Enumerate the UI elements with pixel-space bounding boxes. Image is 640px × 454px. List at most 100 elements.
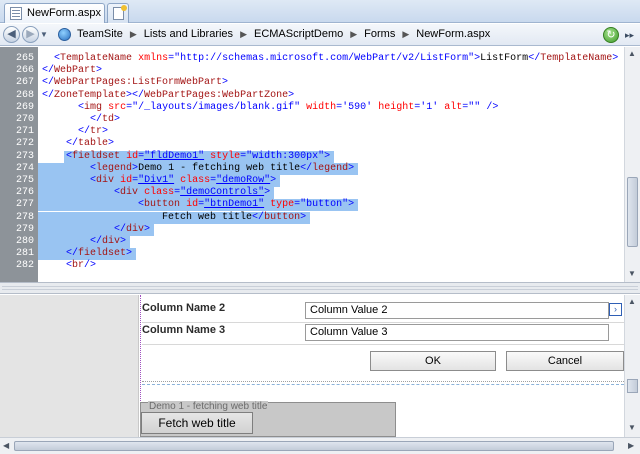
code-text: </WebPartPages:ListFormWebPart> xyxy=(42,77,229,89)
line-number: 267 xyxy=(15,77,34,89)
code-line[interactable]: 278 Fetch web title</button> xyxy=(0,212,624,224)
code-text: <img src="/_layouts/images/blank.gif" wi… xyxy=(78,101,499,113)
scroll-right-icon[interactable]: ▶ xyxy=(628,441,634,450)
code-line[interactable]: 279 </div> xyxy=(0,224,624,236)
breadcrumb-separator[interactable]: ▶ xyxy=(398,28,413,41)
cancel-button[interactable]: Cancel xyxy=(506,351,624,371)
code-line[interactable]: 274 <legend>Demo 1 - fetching web title<… xyxy=(0,163,624,175)
code-line[interactable]: 268 </ZoneTemplate></WebPartPages:WebPart… xyxy=(0,90,624,102)
code-line[interactable]: 266 </WebPart> xyxy=(0,65,624,77)
scroll-up-icon[interactable]: ▲ xyxy=(628,49,636,58)
code-editor[interactable]: 265 <TemplateName xmlns="http://schemas.… xyxy=(0,47,640,282)
line-number: 277 xyxy=(15,199,34,211)
code-line[interactable]: 276 <div class="demoControls"> xyxy=(0,187,624,199)
code-line[interactable]: 277 <button id="btnDemo1" type="button"> xyxy=(0,199,624,211)
code-text: </fieldset> xyxy=(66,248,133,260)
refresh-icon: ↻ xyxy=(606,29,616,41)
back-icon: ◀ xyxy=(7,28,16,40)
line-number: 265 xyxy=(15,53,34,64)
breadcrumb-separator[interactable]: ▶ xyxy=(346,28,361,41)
ellipsis-icon: ▸▸ xyxy=(624,30,635,40)
line-number: 282 xyxy=(15,260,34,272)
code-text: <legend>Demo 1 - fetching web title</leg… xyxy=(90,162,355,174)
code-text: <div id="Div1" class="demoRow"> xyxy=(90,175,277,186)
breadcrumb-item-lists[interactable]: Lists and Libraries xyxy=(141,28,236,41)
scroll-up-icon[interactable]: ▲ xyxy=(628,297,636,306)
line-number: 280 xyxy=(15,236,34,247)
breadcrumb-separator[interactable]: ▶ xyxy=(126,28,141,41)
overflow-menu-button[interactable]: ▸▸ xyxy=(622,27,637,43)
code-line[interactable]: 275 <div id="Div1" class="demoRow"> xyxy=(0,175,624,187)
code-line[interactable]: 282 <br/> xyxy=(0,260,624,272)
history-dropdown-icon[interactable]: ▼ xyxy=(40,30,48,39)
forward-button[interactable]: ▶ xyxy=(22,26,39,43)
column-value-2-field[interactable]: Column Value 2 xyxy=(305,302,609,319)
ok-button[interactable]: OK xyxy=(370,351,496,371)
code-line[interactable]: 273 <fieldset id="fldDemo1" style="width… xyxy=(0,151,624,163)
column-label-3: Column Name 3 xyxy=(142,324,226,336)
code-scroll-thumb[interactable] xyxy=(627,177,638,247)
code-line[interactable]: 272 </table> xyxy=(0,138,624,150)
column-value-3-field[interactable]: Column Value 3 xyxy=(305,324,609,341)
code-line[interactable]: 280 </div> xyxy=(0,236,624,248)
refresh-button[interactable]: ↻ xyxy=(603,27,619,43)
new-tab-icon xyxy=(113,5,127,20)
line-number: 281 xyxy=(15,248,34,260)
dotted-divider xyxy=(142,381,624,382)
code-line[interactable]: 281 </fieldset> xyxy=(0,248,624,260)
horizontal-scroll-thumb[interactable] xyxy=(14,441,614,451)
file-icon xyxy=(10,7,22,20)
breadcrumb-separator[interactable]: ▶ xyxy=(236,28,251,41)
line-number: 270 xyxy=(15,114,34,125)
back-button[interactable]: ◀ xyxy=(3,26,20,43)
fetch-web-title-button[interactable]: Fetch web title xyxy=(141,412,253,434)
line-number: 279 xyxy=(15,223,34,235)
new-tab-button[interactable] xyxy=(107,3,129,23)
code-text: </div> xyxy=(114,223,151,235)
scroll-down-icon[interactable]: ▼ xyxy=(628,423,636,432)
line-number: 278 xyxy=(15,211,34,223)
row-divider xyxy=(142,344,624,345)
dashed-divider xyxy=(142,384,624,385)
splitter-grip xyxy=(2,286,638,290)
document-tab-strip: NewForm.aspx xyxy=(0,0,640,23)
breadcrumb-item-page[interactable]: NewForm.aspx xyxy=(413,28,493,41)
code-line[interactable]: 265 <TemplateName xmlns="http://schemas.… xyxy=(0,53,624,65)
code-text: <div class="demoControls"> xyxy=(114,187,271,199)
code-line[interactable]: 270 </td> xyxy=(0,114,624,126)
code-text: Fetch web title</button> xyxy=(42,211,307,223)
tab-newform[interactable]: NewForm.aspx xyxy=(4,3,105,23)
code-text: <button id="btnDemo1" type="button"> xyxy=(138,199,355,211)
breadcrumb-item-list[interactable]: ECMAScriptDemo xyxy=(251,28,346,41)
horizontal-scrollbar[interactable]: ◀ ▶ xyxy=(0,437,640,454)
scroll-down-icon[interactable]: ▼ xyxy=(628,269,636,278)
fieldset-legend: Demo 1 - fetching web title xyxy=(148,401,269,412)
forward-icon: ▶ xyxy=(26,28,35,40)
field-menu-icon[interactable]: › xyxy=(609,303,622,316)
code-line[interactable]: 267 </WebPartPages:ListFormWebPart> xyxy=(0,77,624,89)
line-number: 271 xyxy=(15,126,34,138)
design-left-margin xyxy=(0,295,139,437)
code-vertical-scrollbar[interactable]: ▲ ▼ xyxy=(624,47,640,282)
navigation-bar: ◀ ▶ ▼ TeamSite ▶ Lists and Libraries ▶ E… xyxy=(0,24,640,46)
breadcrumb-item-forms[interactable]: Forms xyxy=(361,28,398,41)
column-label-2: Column Name 2 xyxy=(142,302,226,314)
tab-label: NewForm.aspx xyxy=(27,7,101,19)
line-number: 275 xyxy=(15,175,34,186)
design-vertical-scrollbar[interactable]: ▲ ▼ xyxy=(624,295,640,437)
design-view[interactable]: Column Name 2 Column Value 2 › Column Na… xyxy=(0,295,624,437)
code-line[interactable]: 269 <img src="/_layouts/images/blank.gif… xyxy=(0,102,624,114)
code-text: <br/> xyxy=(66,260,97,272)
code-line[interactable]: 271 </tr> xyxy=(0,126,624,138)
code-text: <TemplateName xmlns="http://schemas.micr… xyxy=(54,53,619,64)
code-text: </WebPart> xyxy=(42,65,103,77)
breadcrumb-item-teamsite[interactable]: TeamSite xyxy=(74,28,126,41)
design-scroll-thumb[interactable] xyxy=(627,379,638,393)
line-number: 269 xyxy=(15,101,34,113)
pane-splitter[interactable] xyxy=(0,282,640,294)
line-number: 268 xyxy=(15,89,34,101)
line-number: 273 xyxy=(15,150,34,162)
scroll-left-icon[interactable]: ◀ xyxy=(3,441,9,450)
code-text: </tr> xyxy=(78,126,109,138)
row-divider xyxy=(142,322,624,323)
